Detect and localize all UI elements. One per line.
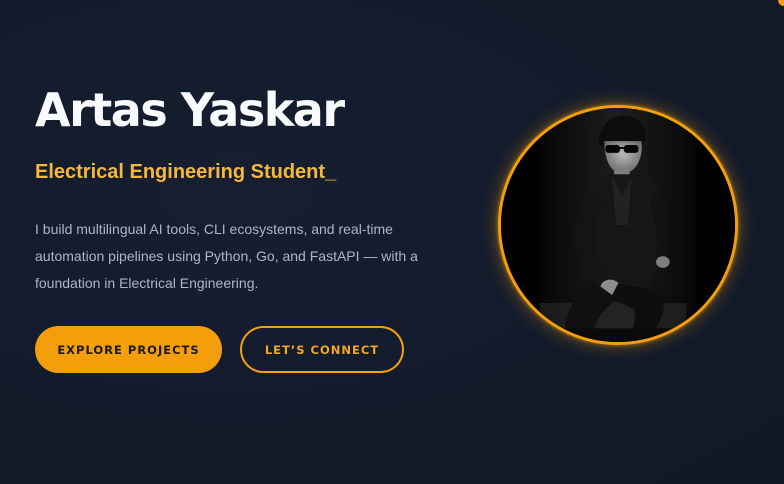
corner-accent [778, 0, 784, 6]
profile-avatar [498, 105, 738, 345]
explore-projects-button[interactable]: EXPLORE PROJECTS [35, 326, 222, 373]
hero-subtitle: Electrical Engineering Student_ [35, 161, 337, 183]
hero-section: Artas Yaskar Electrical Engineering Stud… [0, 0, 784, 484]
hero-name: Artas Yaskar [35, 83, 345, 137]
profile-photo-icon [501, 108, 735, 342]
hero-bio: I build multilingual AI tools, CLI ecosy… [35, 221, 418, 291]
lets-connect-button[interactable]: LET’S CONNECT [240, 326, 404, 373]
